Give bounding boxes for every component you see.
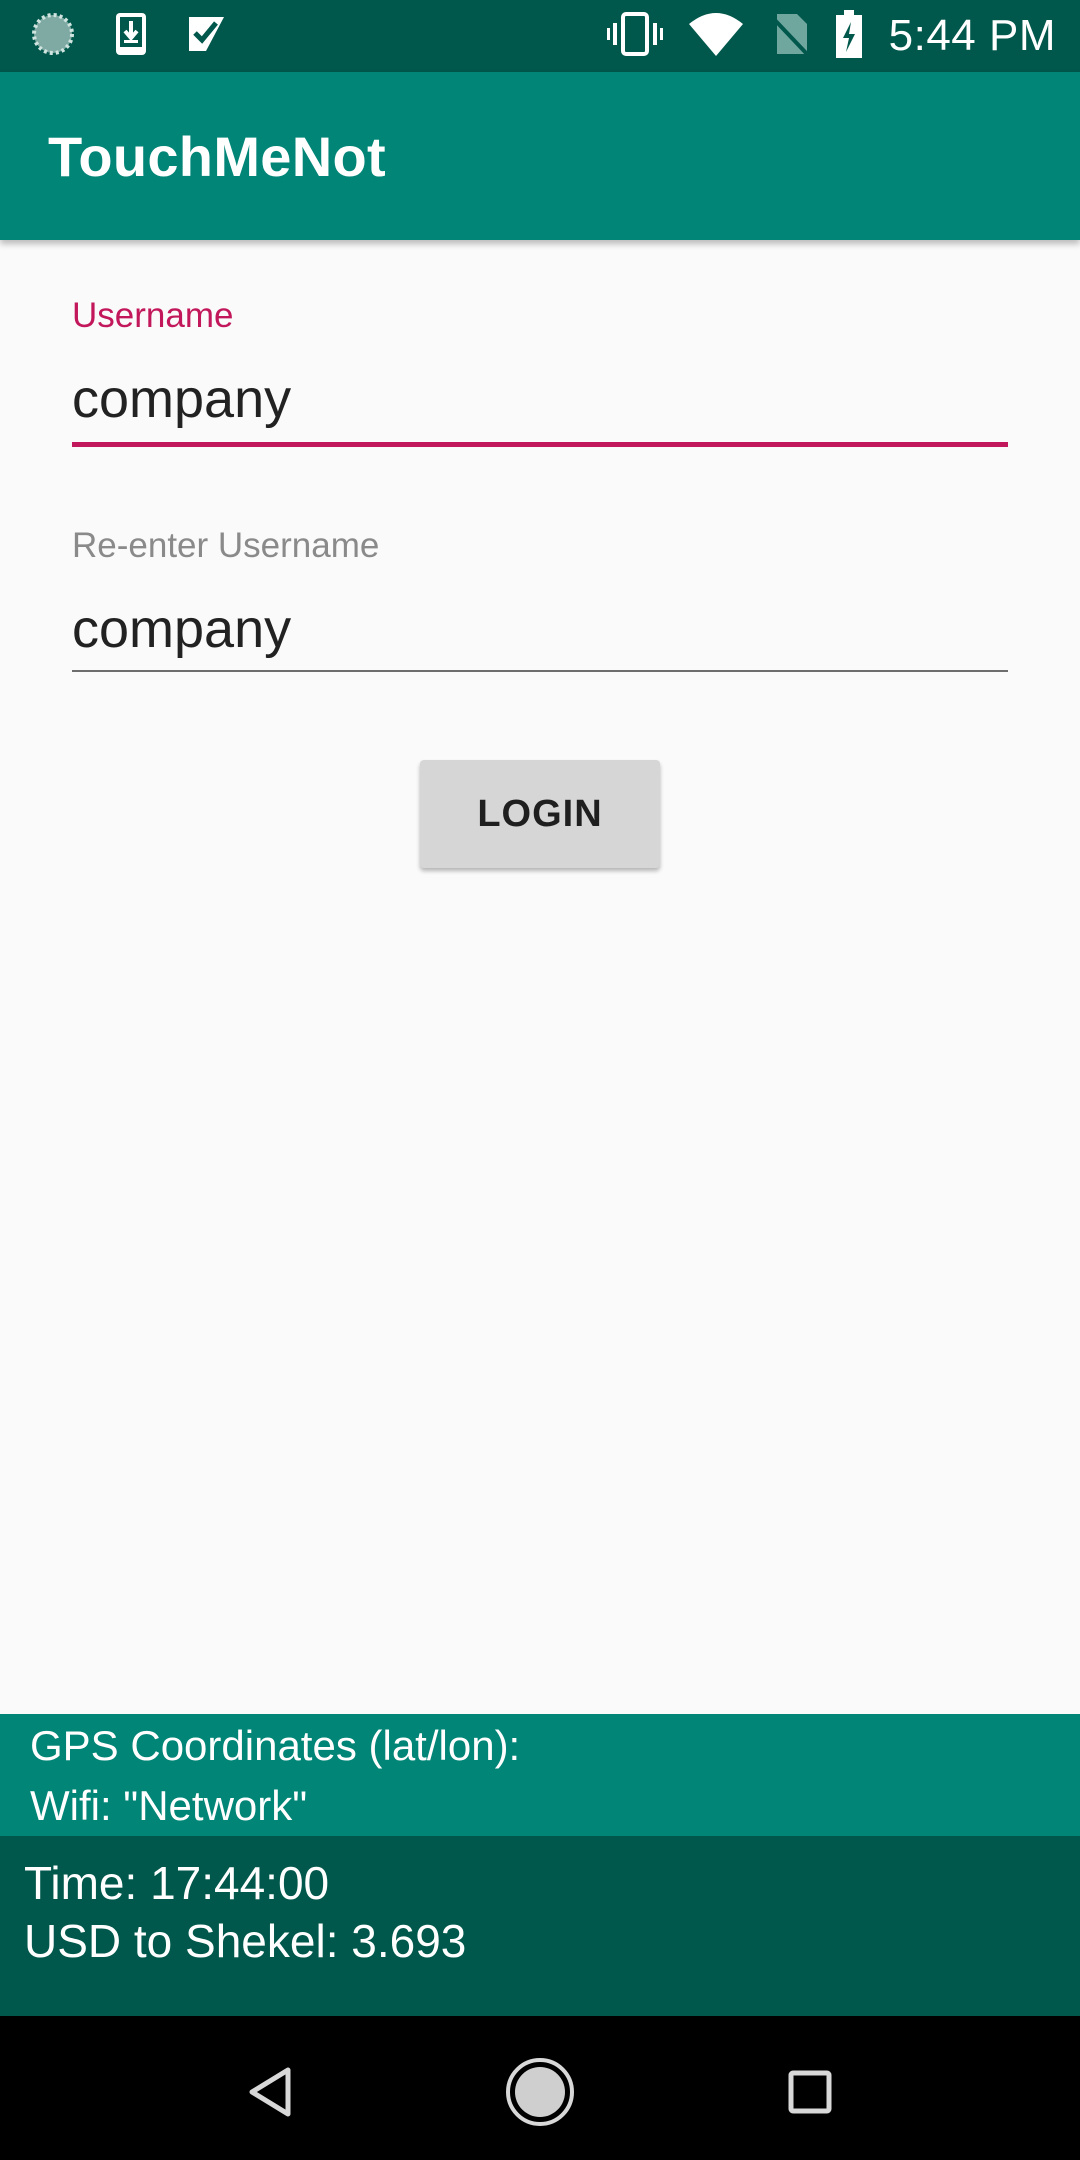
status-bar: 5:44 PM — [0, 0, 1080, 72]
app-title: TouchMeNot — [48, 124, 386, 188]
username-input[interactable] — [72, 364, 1008, 434]
vibrate-icon — [606, 11, 663, 62]
exchange-rate-text: USD to Shekel: 3.693 — [24, 1915, 467, 1967]
reenter-username-underline — [72, 670, 1008, 672]
status-right-icons: 5:44 PM — [581, 9, 1056, 63]
download-icon — [114, 11, 148, 62]
navigation-bar — [0, 2016, 1080, 2160]
checklist-icon — [186, 13, 228, 60]
app-bar: TouchMeNot — [0, 72, 1080, 240]
screen: 5:44 PM TouchMeNot Username Re-enter Use… — [0, 0, 1080, 2160]
login-button[interactable]: LOGIN — [420, 760, 660, 868]
username-underline — [72, 442, 1008, 447]
gps-coordinates-text: GPS Coordinates (lat/lon): — [30, 1722, 521, 1769]
network-info-panel: GPS Coordinates (lat/lon): Wifi: "Networ… — [0, 1714, 1080, 1836]
time-rate-panel: Time: 17:44:00 USD to Shekel: 3.693 — [0, 1836, 1080, 2016]
recent-apps-icon[interactable] — [770, 2052, 850, 2132]
username-label: Username — [72, 296, 234, 335]
wifi-text: Wifi: "Network" — [30, 1782, 308, 1829]
status-left-icons — [30, 11, 266, 62]
reenter-username-label: Re-enter Username — [72, 526, 380, 565]
reenter-username-field[interactable]: Re-enter Username — [72, 526, 1008, 676]
loading-indicator-icon — [30, 11, 76, 62]
time-text: Time: 17:44:00 — [24, 1857, 330, 1909]
reenter-username-input[interactable] — [72, 594, 1008, 664]
home-icon[interactable] — [500, 2052, 580, 2132]
username-field[interactable]: Username — [72, 296, 1008, 448]
no-sim-icon — [769, 12, 809, 61]
battery-charging-icon — [835, 9, 863, 63]
wifi-icon — [688, 12, 743, 61]
back-icon[interactable] — [230, 2052, 310, 2132]
status-time: 5:44 PM — [888, 11, 1056, 60]
